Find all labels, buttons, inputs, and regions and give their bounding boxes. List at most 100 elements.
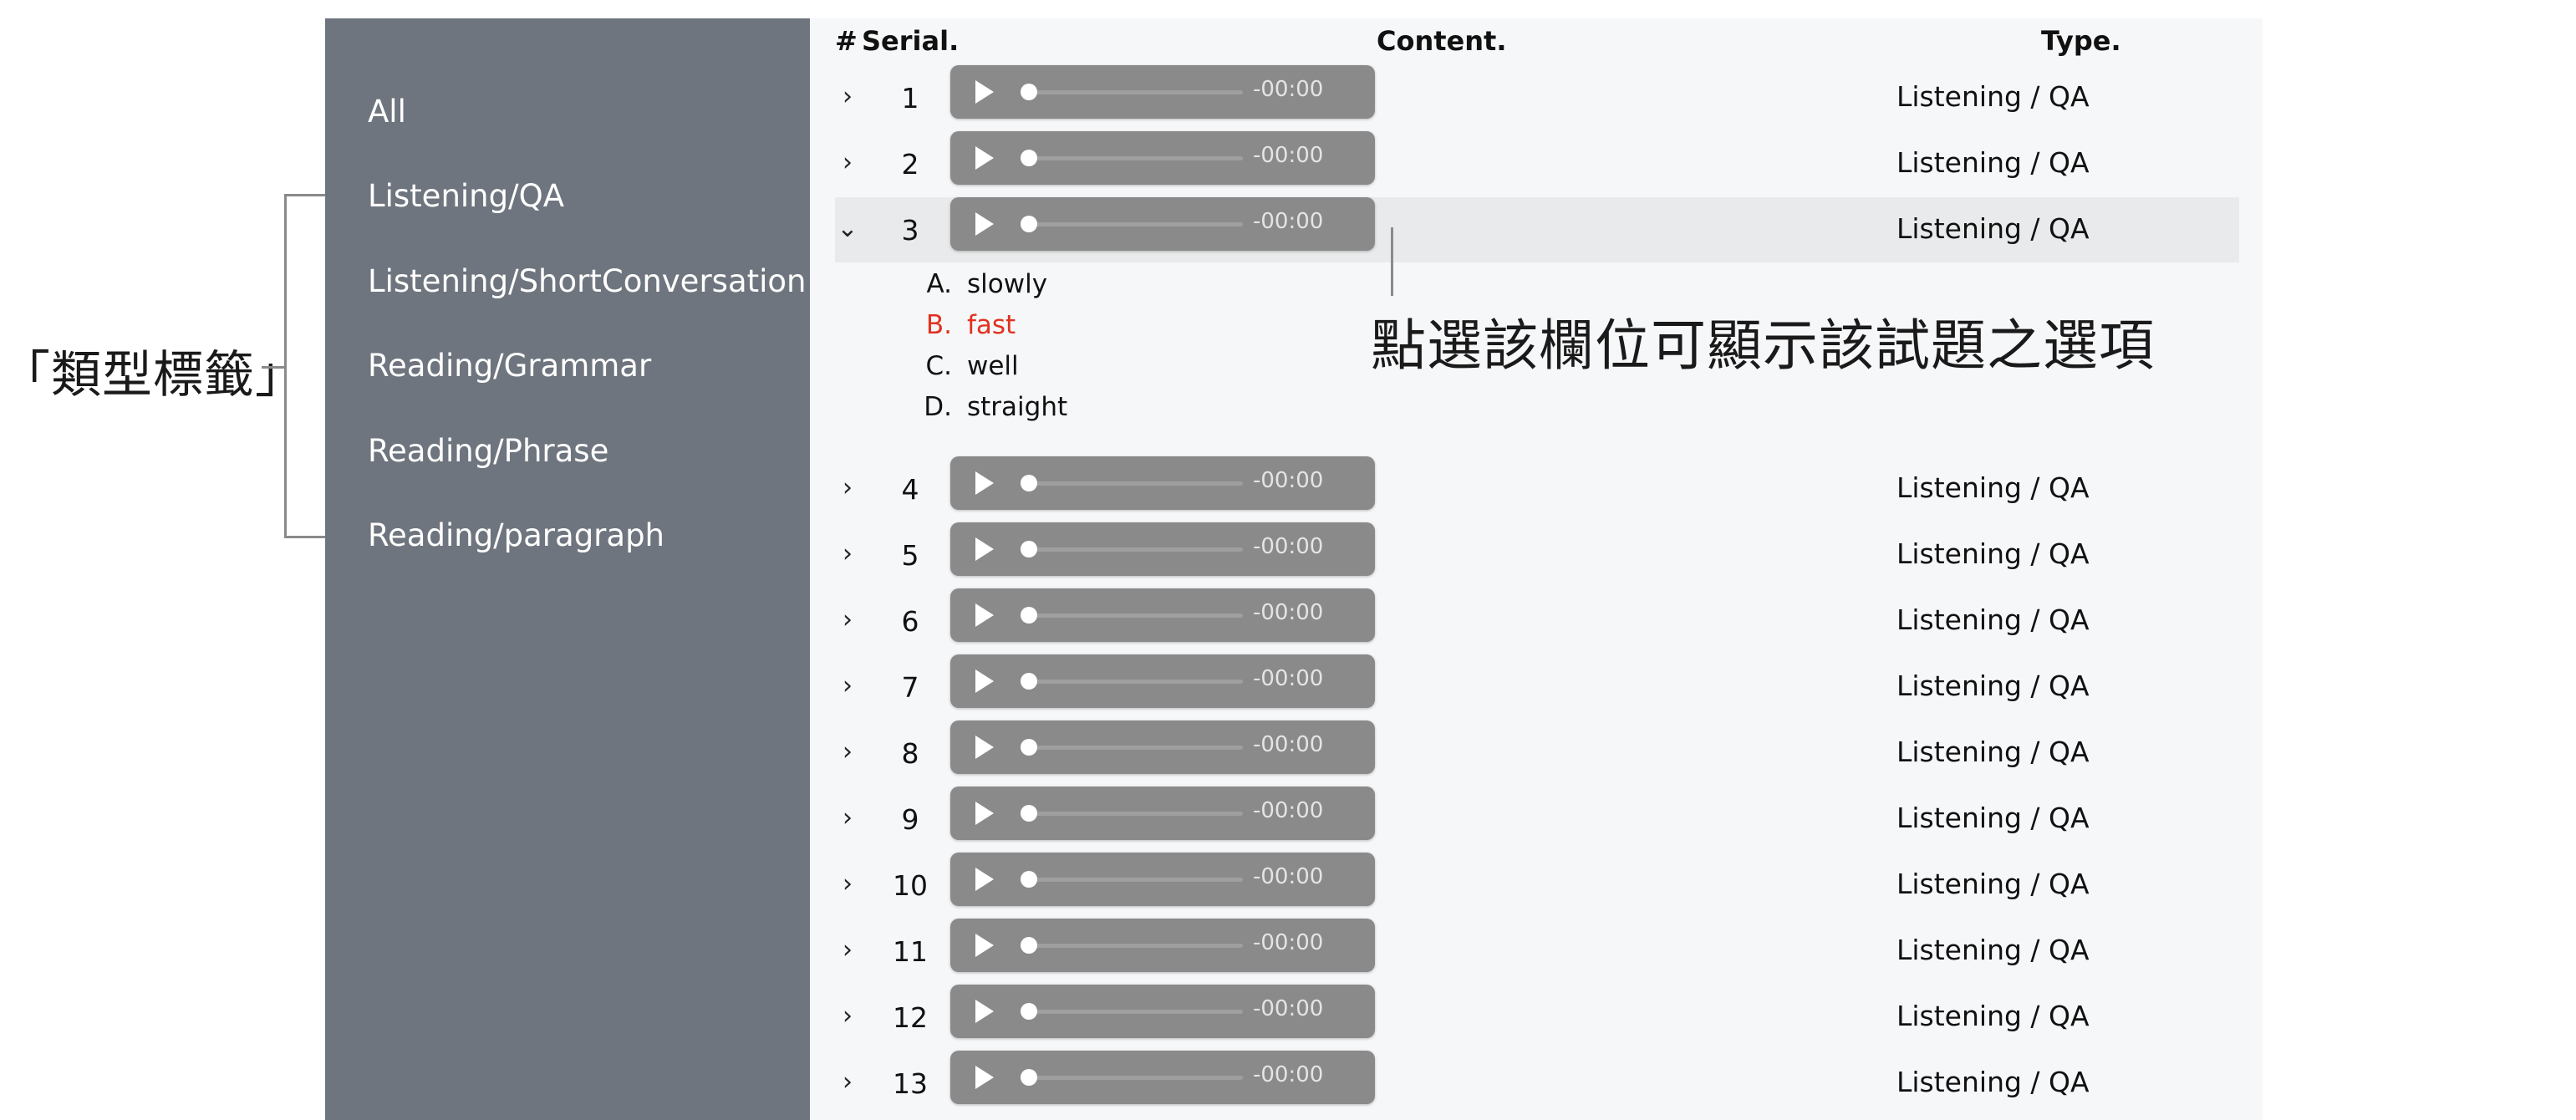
chevron-right-icon[interactable]: ›: [835, 802, 860, 835]
audio-progress-track[interactable]: [1026, 878, 1243, 882]
option-text: straight: [967, 392, 1068, 422]
chevron-right-icon[interactable]: ›: [835, 80, 860, 114]
table-row[interactable]: › 9 -00:00 Listening / QA: [835, 787, 2239, 852]
play-icon[interactable]: [975, 1066, 994, 1089]
play-icon[interactable]: [975, 736, 994, 759]
audio-scrubber-handle[interactable]: [1021, 937, 1037, 954]
table-row[interactable]: › 6 -00:00 Listening / QA: [835, 588, 2239, 654]
option-letter: B.: [925, 310, 952, 340]
audio-progress-track[interactable]: [1026, 680, 1243, 684]
option-text: well: [967, 351, 1019, 381]
table-row[interactable]: › 7 -00:00 Listening / QA: [835, 654, 2239, 720]
sidebar-item-reading-phrase[interactable]: Reading/Phrase: [368, 433, 608, 469]
audio-player[interactable]: -00:00: [950, 522, 1375, 576]
audio-scrubber-handle[interactable]: [1021, 84, 1037, 100]
audio-scrubber-handle[interactable]: [1021, 871, 1037, 888]
table-row[interactable]: › 11 -00:00 Listening / QA: [835, 919, 2239, 984]
callout-pointer-line: [1391, 227, 1393, 296]
audio-player[interactable]: -00:00: [950, 131, 1375, 185]
audio-scrubber-handle[interactable]: [1021, 607, 1037, 624]
audio-player[interactable]: -00:00: [950, 787, 1375, 840]
audio-scrubber-handle[interactable]: [1021, 805, 1037, 822]
chevron-right-icon[interactable]: ›: [835, 934, 860, 967]
chevron-right-icon[interactable]: ›: [835, 669, 860, 703]
audio-progress-track[interactable]: [1026, 812, 1243, 816]
audio-player[interactable]: -00:00: [950, 456, 1375, 510]
row-serial: 8: [901, 737, 919, 770]
table-row[interactable]: › 13 -00:00 Listening / QA: [835, 1051, 2239, 1116]
audio-progress-track[interactable]: [1026, 613, 1243, 618]
chevron-down-icon[interactable]: ⌄: [835, 212, 860, 246]
audio-scrubber-handle[interactable]: [1021, 673, 1037, 690]
category-sidebar: All Listening/QA Listening/ShortConversa…: [325, 18, 810, 1120]
audio-progress-track[interactable]: [1026, 746, 1243, 750]
audio-scrubber-handle[interactable]: [1021, 150, 1037, 166]
row-type: Listening / QA: [1896, 212, 2090, 245]
table-row[interactable]: › 2 -00:00 Listening / QA: [835, 131, 2239, 196]
audio-scrubber-handle[interactable]: [1021, 541, 1037, 557]
audio-player[interactable]: -00:00: [950, 985, 1375, 1038]
sidebar-item-listening-shortconversation[interactable]: Listening/ShortConversation: [368, 263, 807, 299]
play-icon[interactable]: [975, 146, 994, 170]
audio-progress-track[interactable]: [1026, 156, 1243, 160]
audio-scrubber-handle[interactable]: [1021, 1069, 1037, 1086]
row-type: Listening / QA: [1896, 80, 2090, 113]
play-icon[interactable]: [975, 669, 994, 693]
table-row[interactable]: › 5 -00:00 Listening / QA: [835, 522, 2239, 588]
audio-player[interactable]: -00:00: [950, 720, 1375, 774]
audio-scrubber-handle[interactable]: [1021, 475, 1037, 491]
audio-scrubber-handle[interactable]: [1021, 739, 1037, 756]
audio-player[interactable]: -00:00: [950, 919, 1375, 972]
option-text: fast: [967, 310, 1016, 340]
answer-option: D. straight: [910, 392, 1067, 422]
chevron-right-icon[interactable]: ›: [835, 1066, 860, 1099]
audio-progress-track[interactable]: [1026, 547, 1243, 552]
play-icon[interactable]: [975, 471, 994, 495]
audio-player[interactable]: -00:00: [950, 853, 1375, 906]
type-tags-annotation: 「類型標籤」: [0, 346, 306, 405]
play-icon[interactable]: [975, 1000, 994, 1023]
chevron-right-icon[interactable]: ›: [835, 868, 860, 901]
chevron-right-icon[interactable]: ›: [835, 736, 860, 769]
audio-scrubber-handle[interactable]: [1021, 1003, 1037, 1020]
sidebar-item-reading-paragraph[interactable]: Reading/paragraph: [368, 517, 664, 553]
play-icon[interactable]: [975, 212, 994, 236]
play-icon[interactable]: [975, 537, 994, 561]
audio-progress-track[interactable]: [1026, 944, 1243, 948]
audio-scrubber-handle[interactable]: [1021, 216, 1037, 232]
audio-player[interactable]: -00:00: [950, 197, 1375, 251]
header-type: Type.: [2041, 25, 2121, 57]
play-icon[interactable]: [975, 80, 994, 104]
audio-remaining-time: -00:00: [1253, 143, 1324, 168]
audio-progress-track[interactable]: [1026, 90, 1243, 94]
audio-player[interactable]: -00:00: [950, 65, 1375, 119]
play-icon[interactable]: [975, 802, 994, 825]
sidebar-item-listening-qa[interactable]: Listening/QA: [368, 178, 564, 214]
chevron-right-icon[interactable]: ›: [835, 471, 860, 505]
sidebar-item-all[interactable]: All: [368, 94, 406, 130]
table-row[interactable]: › 1 -00:00 Listening / QA: [835, 65, 2239, 130]
audio-player[interactable]: -00:00: [950, 1051, 1375, 1104]
audio-player[interactable]: -00:00: [950, 654, 1375, 708]
chevron-right-icon[interactable]: ›: [835, 603, 860, 637]
row-serial: 12: [893, 1001, 928, 1034]
chevron-right-icon[interactable]: ›: [835, 537, 860, 571]
audio-progress-track[interactable]: [1026, 481, 1243, 486]
play-icon[interactable]: [975, 868, 994, 891]
audio-player[interactable]: -00:00: [950, 588, 1375, 642]
audio-progress-track[interactable]: [1026, 1010, 1243, 1014]
table-row[interactable]: › 12 -00:00 Listening / QA: [835, 985, 2239, 1050]
chevron-right-icon[interactable]: ›: [835, 1000, 860, 1033]
chevron-right-icon[interactable]: ›: [835, 146, 860, 180]
play-icon[interactable]: [975, 934, 994, 957]
table-row[interactable]: › 8 -00:00 Listening / QA: [835, 720, 2239, 786]
row-serial: 4: [901, 473, 919, 506]
table-row[interactable]: ⌄ 3 -00:00 Listening / QA: [835, 197, 2239, 262]
sidebar-item-reading-grammar[interactable]: Reading/Grammar: [368, 348, 651, 384]
table-row[interactable]: › 4 -00:00 Listening / QA: [835, 456, 2239, 522]
play-icon[interactable]: [975, 603, 994, 627]
audio-progress-track[interactable]: [1026, 222, 1243, 227]
table-row[interactable]: › 10 -00:00 Listening / QA: [835, 853, 2239, 918]
audio-progress-track[interactable]: [1026, 1076, 1243, 1080]
option-letter: A.: [926, 269, 952, 299]
